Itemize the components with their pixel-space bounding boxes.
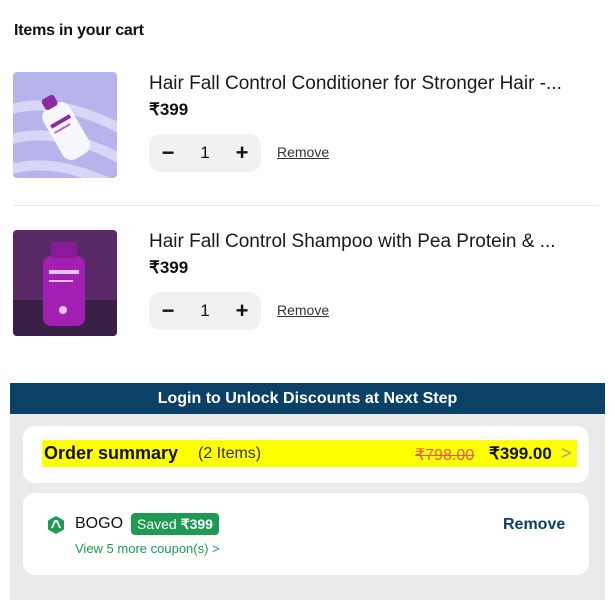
remove-item-link[interactable]: Remove (277, 144, 329, 160)
quantity-value: 1 (200, 143, 210, 162)
order-summary-card[interactable]: Order summary (2 Items) ₹798.00 ₹399.00 … (23, 426, 589, 483)
remove-item-link[interactable]: Remove (277, 302, 329, 318)
product-title[interactable]: Hair Fall Control Shampoo with Pea Prote… (149, 231, 601, 253)
coupon-card: BOGO Saved ₹399 View 5 more coupon(s) > … (23, 493, 589, 575)
saved-label: Saved (137, 516, 177, 532)
saved-badge: Saved ₹399 (131, 513, 219, 535)
cart-item: Hair Fall Control Conditioner for Strong… (13, 72, 603, 212)
increase-qty-button[interactable]: + (233, 142, 251, 164)
coupon-logo-icon (48, 516, 64, 534)
original-total: ₹798.00 (415, 447, 475, 464)
product-image-conditioner[interactable] (13, 72, 117, 178)
product-image-art (13, 230, 117, 336)
quantity-value: 1 (200, 301, 210, 320)
product-image-shampoo[interactable] (13, 230, 117, 336)
chevron-right-icon[interactable]: > (561, 443, 572, 464)
divider (13, 205, 598, 206)
saved-amount: ₹399 (180, 515, 213, 532)
view-more-coupons-link[interactable]: View 5 more coupon(s) > (75, 541, 220, 556)
login-discount-banner[interactable]: Login to Unlock Discounts at Next Step (10, 383, 605, 414)
quantity-stepper: − 1 + (149, 292, 261, 330)
discounted-total: ₹399.00 (489, 444, 552, 463)
banner-text: Login to Unlock Discounts at Next Step (157, 389, 458, 407)
product-image-art (13, 72, 117, 178)
product-title[interactable]: Hair Fall Control Conditioner for Strong… (149, 73, 601, 95)
remove-coupon-button[interactable]: Remove (503, 516, 565, 534)
cart-item: Hair Fall Control Shampoo with Pea Prote… (13, 230, 603, 370)
decrease-qty-button[interactable]: − (159, 142, 177, 164)
product-price: ₹399 (149, 100, 189, 119)
quantity-stepper: − 1 + (149, 134, 261, 172)
order-summary-label: Order summary (44, 443, 179, 463)
product-price: ₹399 (149, 258, 189, 277)
increase-qty-button[interactable]: + (233, 300, 251, 322)
decrease-qty-button[interactable]: − (159, 300, 177, 322)
coupon-code: BOGO (75, 515, 124, 532)
item-count: (2 Items) (198, 445, 262, 462)
cart-heading: Items in your cart (14, 22, 144, 39)
